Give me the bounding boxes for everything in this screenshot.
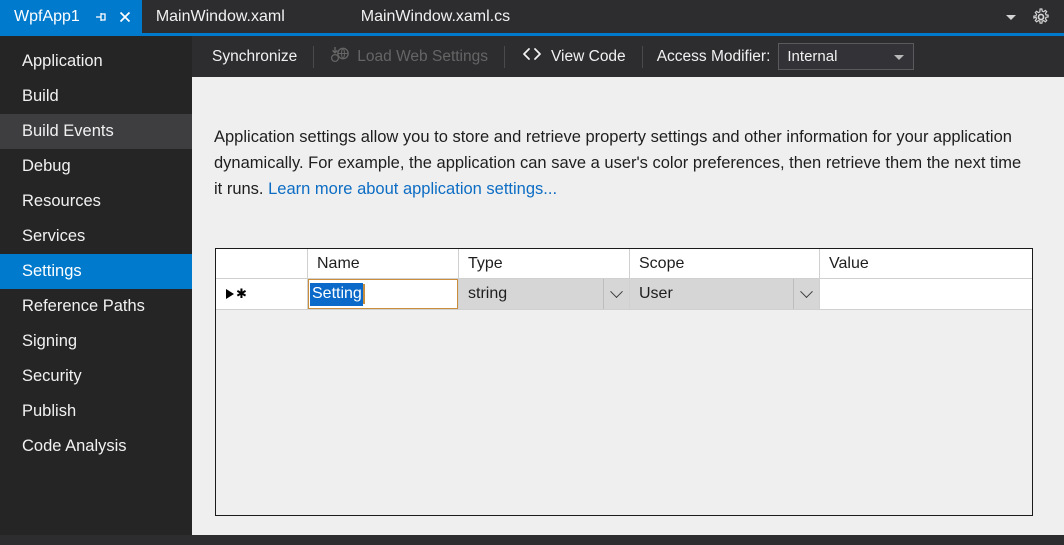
cell-value[interactable] bbox=[820, 279, 1032, 309]
sidebar-item-security[interactable]: Security bbox=[0, 359, 192, 394]
sidebar-item-reference-paths[interactable]: Reference Paths bbox=[0, 289, 192, 324]
status-bar bbox=[0, 535, 1064, 545]
access-modifier-label: Access Modifier: bbox=[656, 47, 771, 65]
tab-strip-right-buttons bbox=[998, 0, 1064, 33]
load-web-settings-icon bbox=[330, 46, 350, 68]
tab-wpfapp1[interactable]: WpfApp1 bbox=[0, 0, 142, 33]
settings-designer-pane: Synchronize Load Web Settings View Code … bbox=[192, 36, 1064, 545]
table-row[interactable]: ✱ Setting string User bbox=[216, 279, 1032, 310]
sidebar-item-application[interactable]: Application bbox=[0, 44, 192, 79]
view-code-button-label: View Code bbox=[551, 47, 626, 65]
name-input[interactable]: Setting bbox=[308, 279, 458, 309]
close-icon[interactable] bbox=[114, 6, 136, 28]
tab-mainwindow-xaml-label: MainWindow.xaml bbox=[155, 7, 285, 25]
toolbar-separator-2 bbox=[504, 45, 505, 68]
column-header-type[interactable]: Type bbox=[459, 249, 630, 278]
column-header-name[interactable]: Name bbox=[308, 249, 459, 278]
sidebar-item-reference-paths-label: Reference Paths bbox=[22, 297, 145, 315]
tab-wpfapp1-label: WpfApp1 bbox=[14, 7, 80, 25]
row-header-new-row[interactable]: ✱ bbox=[216, 279, 308, 309]
access-modifier-value: Internal bbox=[787, 48, 838, 65]
type-combobox[interactable]: string bbox=[459, 279, 603, 309]
pin-icon[interactable] bbox=[90, 6, 112, 28]
cell-type[interactable]: string bbox=[459, 279, 630, 309]
settings-grid-empty-area bbox=[216, 310, 1032, 514]
access-modifier-select[interactable]: Internal bbox=[778, 43, 915, 70]
chevron-down-icon bbox=[800, 284, 813, 298]
new-row-asterisk-icon: ✱ bbox=[236, 286, 247, 301]
sidebar-item-application-label: Application bbox=[22, 52, 103, 70]
row-pointer-icon bbox=[226, 289, 234, 299]
sidebar-item-build-events[interactable]: Build Events bbox=[0, 114, 192, 149]
tab-wpfapp1-icons bbox=[90, 6, 136, 28]
sidebar-item-build[interactable]: Build bbox=[0, 79, 192, 114]
sidebar-item-services-label: Services bbox=[22, 227, 86, 245]
scope-combobox[interactable]: User bbox=[630, 279, 793, 309]
sidebar-item-publish-label: Publish bbox=[22, 402, 77, 420]
chevron-down-icon[interactable] bbox=[998, 4, 1024, 30]
toolbar-separator-1 bbox=[313, 45, 315, 68]
sidebar-item-services[interactable]: Services bbox=[0, 219, 192, 254]
tab-mainwindow-xaml-cs-label: MainWindow.xaml.cs bbox=[360, 7, 511, 25]
sidebar-item-resources-label: Resources bbox=[22, 192, 101, 210]
scope-combobox-toggle[interactable] bbox=[793, 279, 819, 309]
gear-icon[interactable] bbox=[1028, 4, 1054, 30]
new-row-indicator: ✱ bbox=[226, 286, 247, 301]
cell-scope[interactable]: User bbox=[630, 279, 820, 309]
settings-toolbar: Synchronize Load Web Settings View Code … bbox=[192, 36, 1064, 77]
code-brackets-icon bbox=[521, 47, 543, 66]
tab-mainwindow-xaml[interactable]: MainWindow.xaml bbox=[142, 0, 299, 33]
load-web-settings-button-label: Load Web Settings bbox=[357, 47, 488, 65]
cell-name[interactable]: Setting bbox=[308, 279, 459, 309]
type-combobox-toggle[interactable] bbox=[603, 279, 629, 309]
column-header-row-selector[interactable] bbox=[216, 249, 308, 278]
synchronize-button-label: Synchronize bbox=[212, 47, 298, 65]
column-header-scope[interactable]: Scope bbox=[630, 249, 820, 278]
view-code-button[interactable]: View Code bbox=[509, 43, 638, 71]
sidebar-item-signing[interactable]: Signing bbox=[0, 324, 192, 359]
column-header-name-label: Name bbox=[317, 254, 360, 272]
type-combobox-value: string bbox=[468, 285, 508, 302]
scope-combobox-value: User bbox=[639, 285, 673, 302]
sidebar-item-code-analysis[interactable]: Code Analysis bbox=[0, 429, 192, 464]
sidebar-item-resources[interactable]: Resources bbox=[0, 184, 192, 219]
sidebar-item-debug-label: Debug bbox=[22, 157, 71, 175]
column-header-value-label: Value bbox=[829, 254, 869, 272]
sidebar-item-debug[interactable]: Debug bbox=[0, 149, 192, 184]
toolbar-separator-3 bbox=[641, 45, 643, 68]
sidebar-item-publish[interactable]: Publish bbox=[0, 394, 192, 429]
sidebar-item-settings-label: Settings bbox=[22, 262, 82, 280]
settings-description: Application settings allow you to store … bbox=[214, 124, 1030, 202]
sidebar-item-settings[interactable]: Settings bbox=[0, 254, 204, 289]
column-header-value[interactable]: Value bbox=[820, 249, 1032, 278]
sidebar-item-security-label: Security bbox=[22, 367, 82, 385]
chevron-down-icon bbox=[894, 54, 905, 60]
sidebar-item-build-label: Build bbox=[22, 87, 59, 105]
load-web-settings-button[interactable]: Load Web Settings bbox=[318, 43, 500, 71]
text-caret bbox=[362, 284, 365, 304]
visual-studio-project-properties-window: WpfApp1 MainWindow.xaml MainWindow.xaml.… bbox=[0, 0, 1064, 545]
tab-strip: WpfApp1 MainWindow.xaml MainWindow.xaml.… bbox=[0, 0, 1064, 33]
column-header-scope-label: Scope bbox=[639, 254, 685, 272]
property-pages-sidebar: Application Build Build Events Debug Res… bbox=[0, 36, 204, 545]
learn-more-link[interactable]: Learn more about application settings... bbox=[268, 180, 557, 198]
sidebar-item-signing-label: Signing bbox=[22, 332, 78, 350]
tab-mainwindow-xaml-cs[interactable]: MainWindow.xaml.cs bbox=[347, 0, 524, 33]
name-input-value: Setting bbox=[310, 282, 363, 306]
sidebar-item-build-events-label: Build Events bbox=[22, 122, 114, 140]
settings-grid: Name Type Scope Value ✱ Setting string U… bbox=[215, 248, 1033, 516]
sidebar-item-code-analysis-label: Code Analysis bbox=[22, 437, 127, 455]
tab-strip-spacer bbox=[524, 0, 998, 33]
settings-grid-header-row: Name Type Scope Value bbox=[216, 249, 1032, 279]
column-header-type-label: Type bbox=[468, 254, 503, 272]
synchronize-button[interactable]: Synchronize bbox=[200, 43, 309, 71]
chevron-down-icon bbox=[610, 284, 623, 298]
